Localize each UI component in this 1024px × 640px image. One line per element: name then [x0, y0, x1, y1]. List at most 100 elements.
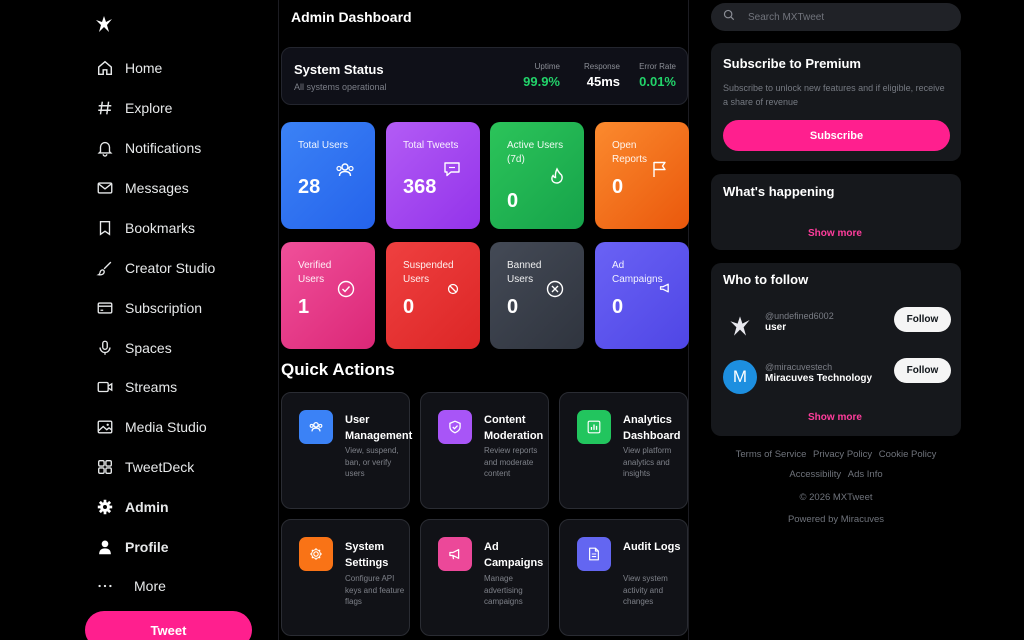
sidebar-item-more[interactable]: More: [94, 571, 166, 601]
sidebar-item-spaces[interactable]: Spaces: [94, 333, 172, 363]
sidebar-item-label: Profile: [125, 539, 169, 555]
stat-value: 0: [403, 296, 415, 318]
stat-card-ad-campaigns[interactable]: Ad Campaigns 0: [595, 242, 689, 349]
document-icon: [577, 537, 611, 571]
stat-card-open-reports[interactable]: Open Reports 0: [595, 122, 689, 229]
footer-links-row-1: Terms of Service Privacy Policy Cookie P…: [711, 449, 961, 460]
sidebar-item-media-studio[interactable]: Media Studio: [94, 412, 207, 442]
stat-value: 0: [507, 190, 519, 212]
follow-button[interactable]: Follow: [894, 307, 951, 332]
stat-value: 0: [612, 176, 624, 198]
metric-value: 0.01%: [639, 74, 676, 89]
hashtag-icon: [94, 97, 116, 119]
megaphone-icon: [658, 281, 672, 295]
follow-handle: @miracuvestech: [765, 362, 833, 372]
stat-card-verified-users[interactable]: Verified Users 1: [281, 242, 375, 349]
quick-action-desc: Review reports and moderate content: [484, 446, 538, 478]
sidebar-item-creator-studio[interactable]: Creator Studio: [94, 253, 215, 283]
star-bird-logo[interactable]: [723, 309, 757, 343]
metric-label: Uptime: [534, 62, 560, 71]
quick-action-user-management[interactable]: User Management View, suspend, ban, or v…: [281, 392, 413, 509]
powered-by: Powered by Miracuves: [787, 514, 885, 525]
gear-icon: [299, 537, 333, 571]
sidebar-item-label: Creator Studio: [125, 260, 216, 276]
show-more-link[interactable]: Show more: [808, 412, 862, 423]
stat-value: 28: [298, 176, 321, 198]
stat-card-banned-users[interactable]: Banned Users 0: [490, 242, 584, 349]
privacy-link[interactable]: Privacy Policy: [813, 449, 872, 460]
terms-link[interactable]: Terms of Service: [736, 449, 807, 460]
check-circle-icon: [335, 278, 357, 300]
quick-action-desc: View platform analytics and insights: [623, 446, 672, 478]
uptime-metric: Uptime 99.9%: [523, 62, 560, 89]
sidebar-item-home[interactable]: Home: [94, 53, 162, 83]
sidebar-item-streams[interactable]: Streams: [94, 372, 177, 402]
premium-description: Subscribe to unlock new features and if …: [723, 83, 945, 107]
quick-action-desc: Configure API keys and feature flags: [345, 574, 405, 606]
quick-actions-title: Quick Actions: [281, 360, 395, 379]
sidebar-item-notifications[interactable]: Notifications: [94, 133, 201, 163]
subscribe-button[interactable]: Subscribe: [723, 120, 950, 151]
quick-action-content-moderation[interactable]: Content Moderation Review reports and mo…: [420, 392, 549, 509]
metric-value: 99.9%: [523, 74, 560, 89]
bell-icon: [94, 137, 116, 159]
main-column: Admin Dashboard System Status All system…: [278, 0, 689, 640]
tweet-button[interactable]: Tweet: [85, 611, 252, 640]
sidebar-item-label: Media Studio: [125, 419, 207, 435]
sidebar-item-label: Notifications: [125, 140, 202, 156]
ads-info-link[interactable]: Ads Info: [848, 469, 883, 480]
accessibility-link[interactable]: Accessibility: [789, 469, 841, 480]
quick-action-ad-campaigns[interactable]: Ad Campaigns Manage advertising campaign…: [420, 519, 549, 636]
envelope-icon: [94, 177, 116, 199]
sidebar-item-tweetdeck[interactable]: TweetDeck: [94, 452, 194, 482]
shield-icon: [438, 410, 472, 444]
follow-name: Miracuves Technology: [765, 373, 873, 384]
stat-card-total-tweets[interactable]: Total Tweets 368: [386, 122, 480, 229]
more-dots-icon: [94, 575, 116, 597]
whats-happening-panel: What's happening Show more: [711, 174, 961, 250]
sidebar-item-profile[interactable]: Profile: [94, 532, 169, 562]
sidebar-item-admin[interactable]: Admin: [94, 492, 169, 522]
avatar-letter: M: [732, 367, 748, 386]
gear-icon: [94, 496, 116, 518]
cookie-link[interactable]: Cookie Policy: [879, 449, 937, 460]
quick-action-audit-logs[interactable]: Audit Logs View system activity and chan…: [559, 519, 688, 636]
stat-card-total-users[interactable]: Total Users 28: [281, 122, 375, 229]
footer-links-row-2: Accessibility Ads Info: [711, 469, 961, 480]
sidebar-item-label: Explore: [125, 100, 173, 116]
sidebar-item-explore[interactable]: Explore: [94, 93, 172, 123]
sidebar-item-label: Streams: [125, 379, 178, 395]
sidebar-item-subscription[interactable]: Subscription: [94, 293, 202, 323]
quick-action-analytics-dashboard[interactable]: Analytics Dashboard View platform analyt…: [559, 392, 688, 509]
sidebar-item-label: Bookmarks: [125, 220, 196, 236]
metric-value: 45ms: [586, 74, 620, 89]
quick-action-name: User Management: [345, 414, 413, 442]
quick-action-desc: View, suspend, ban, or verify users: [345, 446, 399, 478]
quick-action-name: Analytics Dashboard: [623, 414, 681, 442]
grid-icon: [94, 456, 116, 478]
stat-card-active-users[interactable]: Active Users (7d) 0: [490, 122, 584, 229]
quick-action-desc: Manage advertising campaigns: [484, 574, 523, 606]
quick-action-name: Content Moderation: [484, 414, 544, 442]
user-icon: [94, 536, 116, 558]
sidebar-item-messages[interactable]: Messages: [94, 173, 189, 203]
follow-suggestion: @undefined6002 user Follow: [723, 307, 951, 343]
stat-card-suspended-users[interactable]: Suspended Users 0: [386, 242, 480, 349]
microphone-icon: [94, 337, 116, 359]
who-to-follow-panel: Who to follow @undefined6002 user Follow…: [711, 263, 961, 436]
quick-action-system-settings[interactable]: System Settings Configure API keys and f…: [281, 519, 410, 636]
quick-action-name: Ad Campaigns: [484, 541, 544, 569]
bookmark-icon: [94, 217, 116, 239]
follow-button[interactable]: Follow: [894, 358, 951, 383]
show-more-link[interactable]: Show more: [808, 228, 862, 239]
avatar[interactable]: M: [723, 360, 757, 394]
follow-suggestion: M @miracuvestech Miracuves Technology Fo…: [723, 358, 951, 394]
page-title: Admin Dashboard: [291, 9, 412, 25]
star-bird-logo[interactable]: [94, 14, 114, 34]
stat-value: 0: [507, 296, 519, 318]
sidebar-item-bookmarks[interactable]: Bookmarks: [94, 213, 195, 243]
premium-title: Subscribe to Premium: [723, 56, 861, 71]
video-icon: [94, 376, 116, 398]
search-input[interactable]: [748, 11, 948, 23]
search-bar[interactable]: [711, 3, 961, 31]
